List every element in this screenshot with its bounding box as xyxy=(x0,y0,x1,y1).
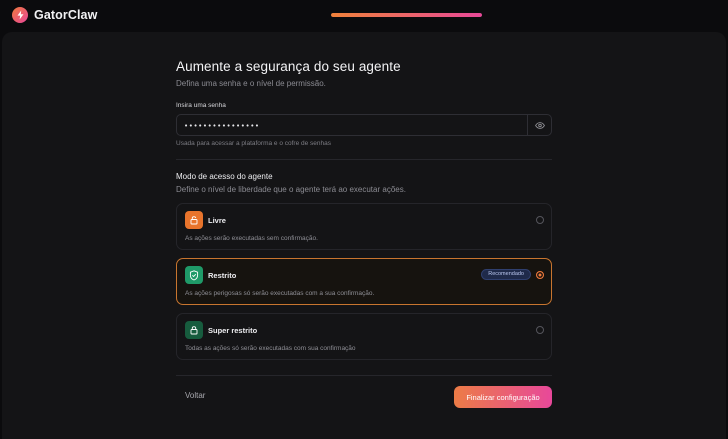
divider xyxy=(176,375,552,376)
option-title: Super restrito xyxy=(208,326,258,335)
progress-fill xyxy=(331,13,482,17)
page-header: Aumente a segurança do seu agente Defina… xyxy=(176,59,552,88)
access-option-livre[interactable]: Livre As ações serão executadas sem conf… xyxy=(176,203,552,250)
option-radio-selected[interactable] xyxy=(536,271,544,279)
option-title: Restrito xyxy=(208,271,237,280)
option-description: As ações serão executadas sem confirmaçã… xyxy=(185,235,318,242)
progress-bar xyxy=(331,13,482,17)
password-hint: Usada para acessar a plataforma e o cofr… xyxy=(176,140,332,147)
recommended-badge: Recomendado xyxy=(481,269,531,280)
lightning-bolt-icon xyxy=(12,7,28,23)
shield-check-icon xyxy=(185,266,203,284)
option-radio[interactable] xyxy=(536,216,544,224)
option-description: As ações perigosas só serão executadas c… xyxy=(185,290,375,297)
access-mode-subtitle: Define o nível de liberdade que o agente… xyxy=(176,185,406,194)
lock-icon xyxy=(185,321,203,339)
toggle-password-visibility-button[interactable] xyxy=(528,114,552,136)
top-bar: GatorClaw xyxy=(0,0,728,32)
password-field-wrapper xyxy=(176,114,528,136)
password-label: Insira uma senha xyxy=(176,102,226,109)
eye-icon xyxy=(534,116,545,134)
access-mode-title: Modo de acesso do agente xyxy=(176,172,273,181)
option-description: Todas as ações só serão executadas com s… xyxy=(185,345,356,352)
access-option-super-restrito[interactable]: Super restrito Todas as ações só serão e… xyxy=(176,313,552,360)
brand: GatorClaw xyxy=(12,7,97,23)
unlock-icon xyxy=(185,211,203,229)
back-button[interactable]: Voltar xyxy=(185,391,205,400)
page-title: Aumente a segurança do seu agente xyxy=(176,59,401,74)
option-title: Livre xyxy=(208,216,226,225)
access-option-restrito[interactable]: Restrito Recomendado As ações perigosas … xyxy=(176,258,552,305)
password-input[interactable] xyxy=(177,116,527,136)
page-subtitle: Defina uma senha e o nível de permissão. xyxy=(176,79,326,88)
brand-name: GatorClaw xyxy=(34,8,98,22)
option-radio[interactable] xyxy=(536,326,544,334)
divider xyxy=(176,159,552,160)
finish-setup-button[interactable]: Finalizar configuração xyxy=(454,386,552,408)
